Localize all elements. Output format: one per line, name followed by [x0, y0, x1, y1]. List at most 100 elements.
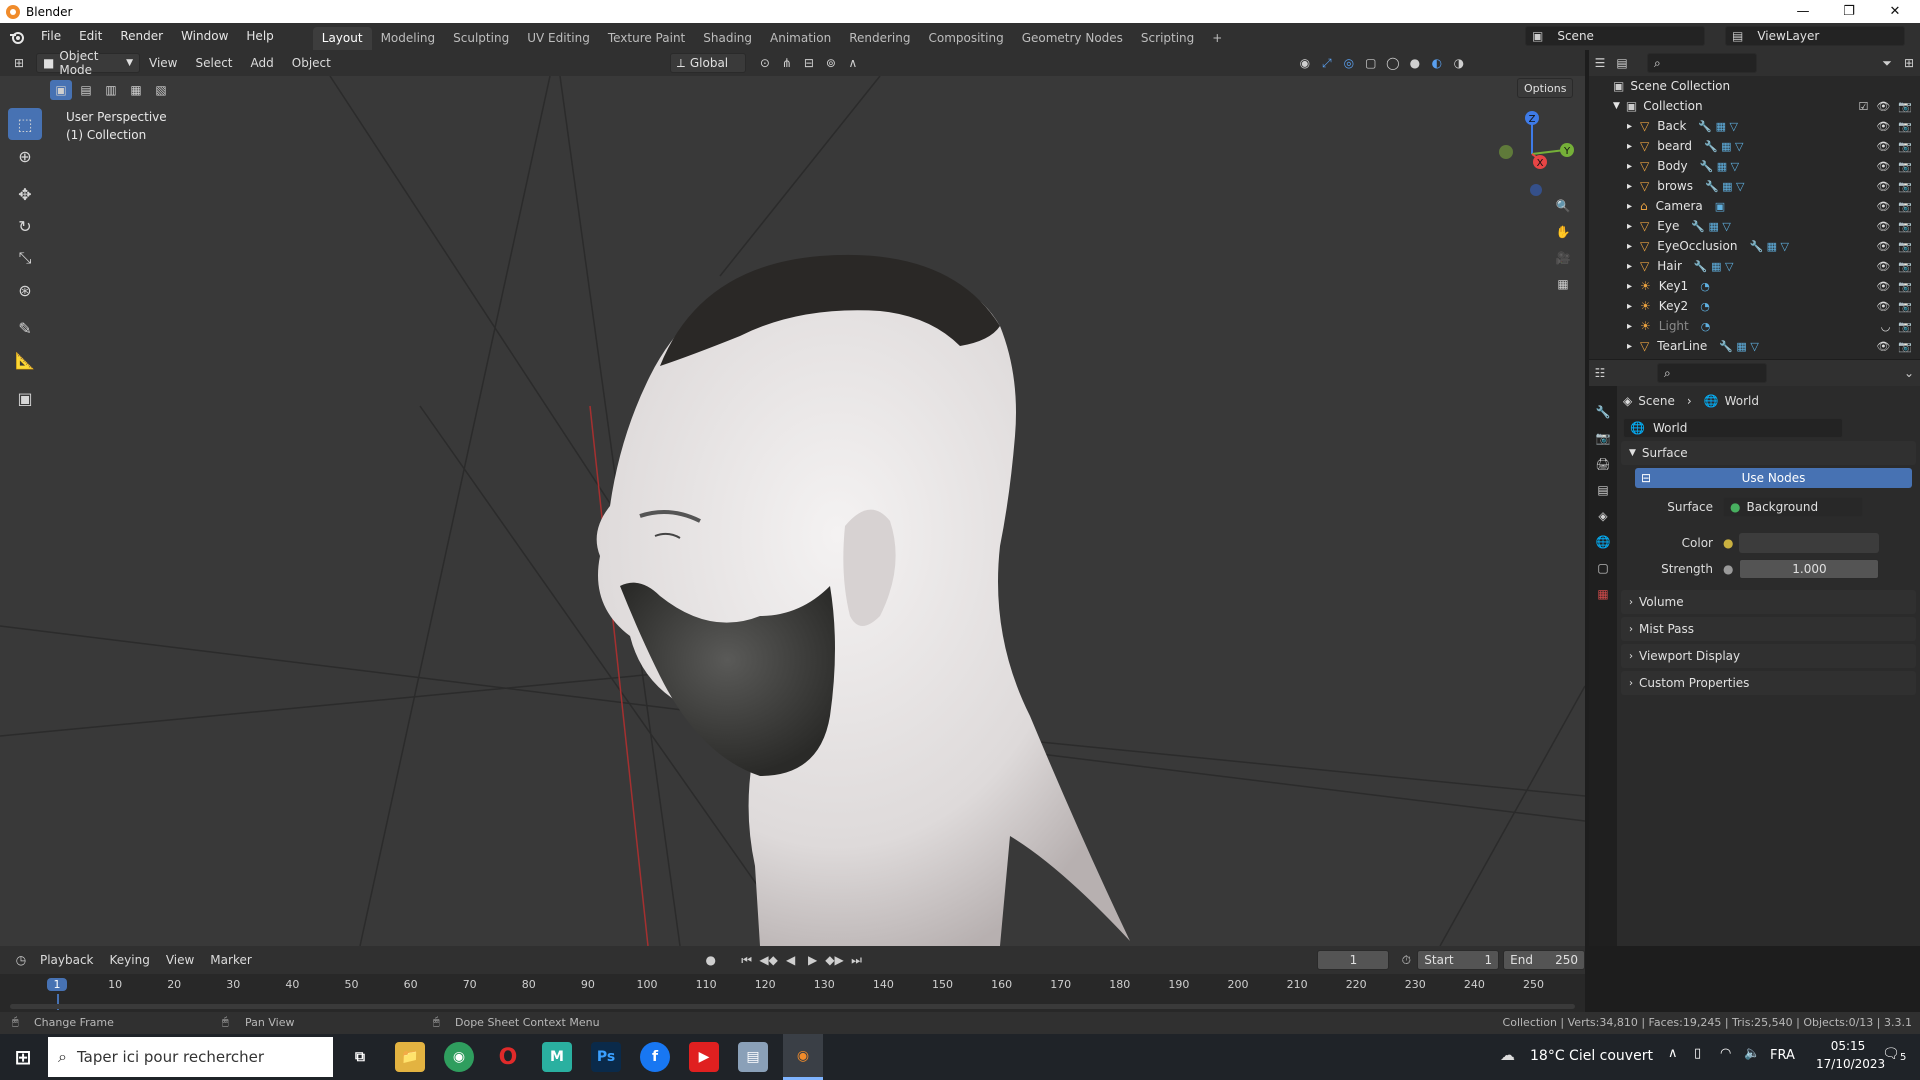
timeline-menu-keying[interactable]: Keying	[102, 953, 158, 967]
camera-render-icon[interactable]: 📷	[1898, 220, 1912, 233]
minimize-button[interactable]: —	[1780, 0, 1826, 23]
scene-collection-row[interactable]: ▣ Scene Collection	[1589, 76, 1920, 96]
eye-icon[interactable]: 👁	[1876, 120, 1890, 133]
restore-button[interactable]: ❐	[1826, 0, 1872, 23]
navigation-gizmo[interactable]: Z Y X	[1490, 106, 1575, 196]
object-data-icons[interactable]: 🔧 ▦ ▽	[1749, 240, 1789, 253]
expand-arrow-icon[interactable]: ▸	[1627, 241, 1632, 252]
file-explorer-icon[interactable]: 📁	[395, 1042, 425, 1072]
viewport-menu-view[interactable]: View	[140, 56, 186, 70]
eye-icon[interactable]: 👁	[1876, 340, 1890, 353]
rendered-shading-icon[interactable]: ◑	[1448, 53, 1470, 73]
expand-arrow-icon[interactable]: ▸	[1627, 341, 1632, 352]
camera-render-icon[interactable]: 📷	[1898, 340, 1912, 353]
outliner-item-camera[interactable]: ▸ ⌂ Camera ▣ 👁 📷	[1589, 196, 1920, 216]
scene-tab-icon[interactable]: ◈	[1592, 506, 1614, 526]
outliner-item-hair[interactable]: ▸ ▽ Hair 🔧 ▦ ▽ 👁 📷	[1589, 256, 1920, 276]
world-tab-icon[interactable]: 🌐	[1592, 532, 1614, 552]
object-data-icons[interactable]: 🔧 ▦ ▽	[1700, 160, 1740, 173]
viewport-display-panel-header[interactable]: › Viewport Display	[1621, 644, 1916, 668]
display-mode-icon[interactable]: ▤	[1611, 53, 1633, 73]
taskbar-search-box[interactable]: ⌕ Taper ici pour rechercher	[48, 1037, 333, 1077]
expand-arrow-icon[interactable]: ▸	[1627, 181, 1632, 192]
camera-render-icon[interactable]: 📷	[1898, 160, 1912, 173]
viewport-menu-object[interactable]: Object	[283, 56, 340, 70]
timeline-menu-marker[interactable]: Marker	[202, 953, 259, 967]
tab-layout[interactable]: Layout	[312, 27, 372, 50]
pan-hand-icon[interactable]: ✋	[1552, 222, 1574, 242]
object-data-icons[interactable]: ◔	[1700, 300, 1710, 313]
select-box-tool[interactable]: ⬚	[8, 108, 42, 140]
render-tab-icon[interactable]: 📷	[1592, 428, 1614, 448]
object-data-icons[interactable]: ◔	[1701, 320, 1711, 333]
object-data-icons[interactable]: 🔧 ▦ ▽	[1694, 260, 1734, 273]
filter-icon[interactable]: ⏷	[1876, 53, 1898, 73]
tray-chevron-icon[interactable]: ∧	[1668, 1046, 1678, 1061]
mist-pass-panel-header[interactable]: › Mist Pass	[1621, 617, 1916, 641]
select-new-icon[interactable]: ▣	[50, 80, 72, 100]
camera-render-icon[interactable]: 📷	[1898, 140, 1912, 153]
object-data-icons[interactable]: ▣	[1715, 200, 1725, 213]
eye-icon[interactable]: 👁	[1876, 240, 1890, 253]
expand-arrow-icon[interactable]: ▸	[1627, 301, 1632, 312]
snap-icon[interactable]: ⋔	[776, 53, 798, 73]
object-data-icons[interactable]: ◔	[1700, 280, 1710, 293]
properties-search-input[interactable]: ⌕	[1657, 363, 1767, 383]
3d-viewport[interactable]: ⬚ ⊕ ✥ ↻ ⤡ ⊛ ✎ 📐 ▣ ▣ ▤ ▥ ▦ ▧ User Perspec…	[0, 76, 1585, 946]
menu-file[interactable]: File	[32, 23, 70, 50]
outliner-item-tearline[interactable]: ▸ ▽ TearLine 🔧 ▦ ▽ 👁 📷	[1589, 336, 1920, 356]
collection-tab-icon[interactable]: ▢	[1592, 558, 1614, 578]
camera-render-icon[interactable]: 📷	[1898, 260, 1912, 273]
outliner-item-back[interactable]: ▸ ▽ Back 🔧 ▦ ▽ 👁 📷	[1589, 116, 1920, 136]
menu-render[interactable]: Render	[111, 23, 172, 50]
expand-arrow-icon[interactable]: ▸	[1627, 141, 1632, 152]
wifi-icon[interactable]: ◠	[1720, 1046, 1731, 1061]
camera-render-icon[interactable]: 📷	[1898, 300, 1912, 313]
timeline-editor-icon[interactable]: ◷	[10, 950, 32, 970]
expand-arrow-icon[interactable]: ▸	[1627, 261, 1632, 272]
photoshop-icon[interactable]: Ps	[591, 1042, 621, 1072]
tab-geometry-nodes[interactable]: Geometry Nodes	[1013, 27, 1132, 50]
tab-modeling[interactable]: Modeling	[372, 27, 445, 50]
scale-tool[interactable]: ⤡	[8, 242, 42, 274]
expand-arrow-icon[interactable]: ▼	[1613, 101, 1620, 111]
prev-keyframe-icon[interactable]: ◀◆	[758, 950, 780, 970]
eye-icon[interactable]: 👁	[1876, 200, 1890, 213]
mode-selector[interactable]: ■ Object Mode ▼	[36, 49, 140, 77]
outliner-editor-icon[interactable]: ☰	[1589, 53, 1611, 73]
timeline-menu-view[interactable]: View	[158, 953, 202, 967]
material-shading-icon[interactable]: ◐	[1426, 53, 1448, 73]
clock-date[interactable]: 17/10/2023	[1816, 1057, 1885, 1071]
proportional-edit-icon[interactable]: ⊚	[820, 53, 842, 73]
eye-icon[interactable]: 👁	[1876, 220, 1890, 233]
timeline[interactable]: 1 10 20 30 40 50 60 70 80 90 100 110 120 130 140 150 160…	[0, 974, 1585, 1012]
chrome-icon[interactable]: ◉	[444, 1042, 474, 1072]
weather-text[interactable]: 18°C Ciel couvert	[1530, 1048, 1653, 1064]
menu-help[interactable]: Help	[237, 23, 282, 50]
view-layer-selector[interactable]: ▤ ViewLayer	[1725, 26, 1905, 46]
camera-render-icon[interactable]: 📷	[1898, 120, 1912, 133]
end-frame-field[interactable]: End 250	[1503, 950, 1585, 970]
play-icon[interactable]: ▶	[802, 950, 824, 970]
menu-edit[interactable]: Edit	[70, 23, 111, 50]
battery-icon[interactable]: ▯	[1694, 1046, 1701, 1061]
tab-animation[interactable]: Animation	[761, 27, 840, 50]
outliner-item-eye[interactable]: ▸ ▽ Eye 🔧 ▦ ▽ 👁 📷	[1589, 216, 1920, 236]
object-data-icons[interactable]: 🔧 ▦ ▽	[1705, 180, 1745, 193]
tab-texture-paint[interactable]: Texture Paint	[599, 27, 694, 50]
surface-shader-field[interactable]: ● Background	[1723, 497, 1863, 517]
outliner-item-beard[interactable]: ▸ ▽ beard 🔧 ▦ ▽ 👁 📷	[1589, 136, 1920, 156]
object-data-icons[interactable]: 🔧 ▦ ▽	[1691, 220, 1731, 233]
outliner-item-body[interactable]: ▸ ▽ Body 🔧 ▦ ▽ 👁 📷	[1589, 156, 1920, 176]
record-icon[interactable]: ●	[700, 950, 722, 970]
tab-sculpting[interactable]: Sculpting	[444, 27, 518, 50]
camera-render-icon[interactable]: 📷	[1898, 100, 1912, 113]
expand-arrow-icon[interactable]: ▸	[1627, 121, 1632, 132]
chevron-down-icon[interactable]: ⌄	[1898, 363, 1920, 383]
camera-render-icon[interactable]: 📷	[1898, 180, 1912, 193]
eye-icon[interactable]: 👁	[1876, 280, 1890, 293]
checkbox-icon[interactable]: ☑	[1858, 100, 1868, 113]
notification-icon[interactable]: 🗨	[1882, 1046, 1900, 1062]
texture-tab-icon[interactable]: ▦	[1592, 584, 1614, 604]
tab-compositing[interactable]: Compositing	[919, 27, 1012, 50]
